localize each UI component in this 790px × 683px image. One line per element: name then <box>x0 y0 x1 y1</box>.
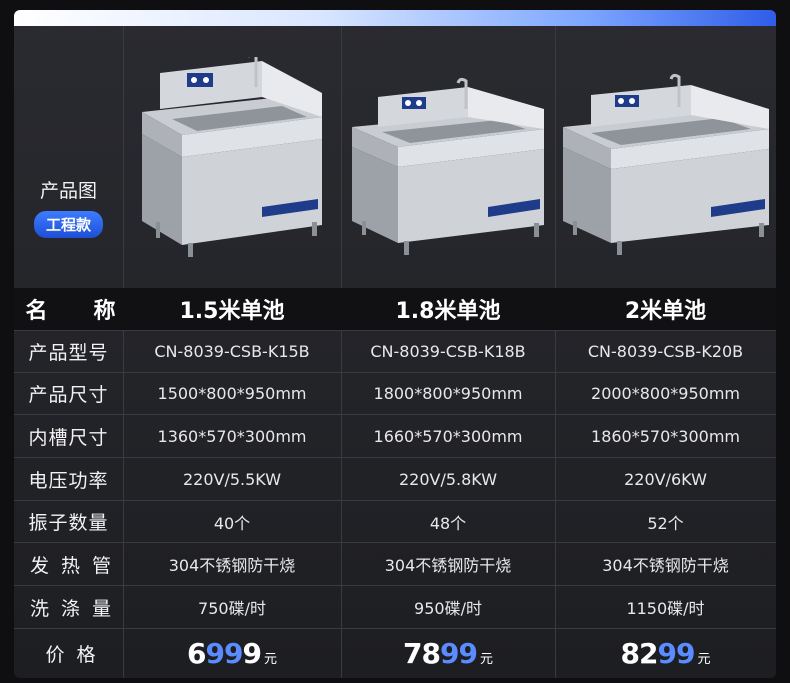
col1-price-suffix: 9 <box>242 636 262 670</box>
col2-price-highlight: 99 <box>439 636 478 670</box>
col1-capacity: 750碟/时 <box>198 599 266 618</box>
col3-heater: 304不锈钢防干烧 <box>602 556 729 575</box>
top-accent-bar <box>14 10 776 26</box>
col3-inner: 1860*570*300mm <box>591 426 740 446</box>
product-image-2 <box>341 26 555 288</box>
col3-size: 2000*800*950mm <box>591 384 740 403</box>
col1-model: CN-8039-CSB-K15B <box>154 342 310 361</box>
comparison-table: 产品图 工程款 名 称 1.5米单池 1.8米单池 2米单池 产品型号 CN-8… <box>14 10 776 678</box>
col1-size: 1500*800*950mm <box>157 384 307 403</box>
col1-power: 220V/5.5KW <box>182 469 282 489</box>
col2-model: CN-8039-CSB-K18B <box>370 342 526 361</box>
model-row: 产品型号 CN-8039-CSB-K15B CN-8039-CSB-K18B C… <box>14 331 776 372</box>
size-row: 产品尺寸 1500*800*950mm 1800*800*950mm 2000*… <box>14 373 776 414</box>
col2-name: 1.8米单池 <box>395 299 501 324</box>
row-label-inner: 内槽尺寸 <box>28 426 109 449</box>
col3-model: CN-8039-CSB-K20B <box>587 342 744 361</box>
col1-price: 6999 元 <box>123 629 341 677</box>
col1-price-highlight: 99 <box>205 636 244 670</box>
image-row: 产品图 工程款 <box>14 26 776 288</box>
col2-heater: 304不锈钢防干烧 <box>384 556 512 575</box>
row-label-price: 价格 <box>45 643 108 666</box>
col2-capacity: 950碟/时 <box>414 599 482 618</box>
price-row: 价格 6999 元 7899 元 8299 元 <box>14 629 776 677</box>
row-label-capacity: 洗涤量 <box>29 597 123 620</box>
product-image-3 <box>555 26 776 288</box>
row-label-model: 产品型号 <box>28 342 109 364</box>
col3-vibrators: 52个 <box>647 513 684 533</box>
col3-price-prefix: 82 <box>620 636 659 670</box>
col1-price-prefix: 6 <box>187 636 207 670</box>
col3-capacity: 1150碟/时 <box>626 599 705 618</box>
power-row: 电压功率 220V/5.5KW 220V/5.8KW 220V/6KW <box>14 458 776 500</box>
col2-price-prefix: 78 <box>403 636 441 670</box>
col2-power: 220V/5.8KW <box>398 469 498 489</box>
image-row-label: 产品图 工程款 <box>14 176 123 238</box>
engineering-badge: 工程款 <box>33 211 103 238</box>
col1-price-unit: 元 <box>263 651 277 667</box>
col1-vibrators: 40个 <box>213 513 251 533</box>
vibrators-row: 振子数量 40个 48个 52个 <box>14 501 776 542</box>
col3-name: 2米单池 <box>624 299 707 324</box>
product-image-1 <box>123 26 341 288</box>
col2-price-unit: 元 <box>479 651 493 667</box>
row-label-name: 名 称 <box>25 299 128 324</box>
col3-price-highlight: 99 <box>657 636 695 670</box>
row-label-power: 电压功率 <box>28 469 109 492</box>
col3-price-unit: 元 <box>697 651 711 667</box>
col2-vibrators: 48个 <box>429 513 467 533</box>
heater-row: 发热管 304不锈钢防干烧 304不锈钢防干烧 304不锈钢防干烧 <box>14 543 776 585</box>
row-label-heater: 发热管 <box>29 554 123 577</box>
col3-power: 220V/6KW <box>624 469 707 489</box>
inner-row: 内槽尺寸 1360*570*300mm 1660*570*300mm 1860*… <box>14 415 776 457</box>
col1-heater: 304不锈钢防干烧 <box>168 556 296 575</box>
col2-price: 7899 元 <box>341 629 555 677</box>
col1-name: 1.5米单池 <box>179 299 285 324</box>
row-label-vibrators: 振子数量 <box>28 512 109 534</box>
image-row-title: 产品图 <box>39 180 97 202</box>
name-row: 名 称 1.5米单池 1.8米单池 2米单池 <box>14 288 776 330</box>
col2-size: 1800*800*950mm <box>373 384 523 403</box>
col1-inner: 1360*570*300mm <box>157 426 307 446</box>
col2-inner: 1660*570*300mm <box>373 426 523 446</box>
col3-price: 8299 元 <box>555 629 776 677</box>
capacity-row: 洗涤量 750碟/时 950碟/时 1150碟/时 <box>14 586 776 628</box>
row-label-size: 产品尺寸 <box>28 384 109 406</box>
